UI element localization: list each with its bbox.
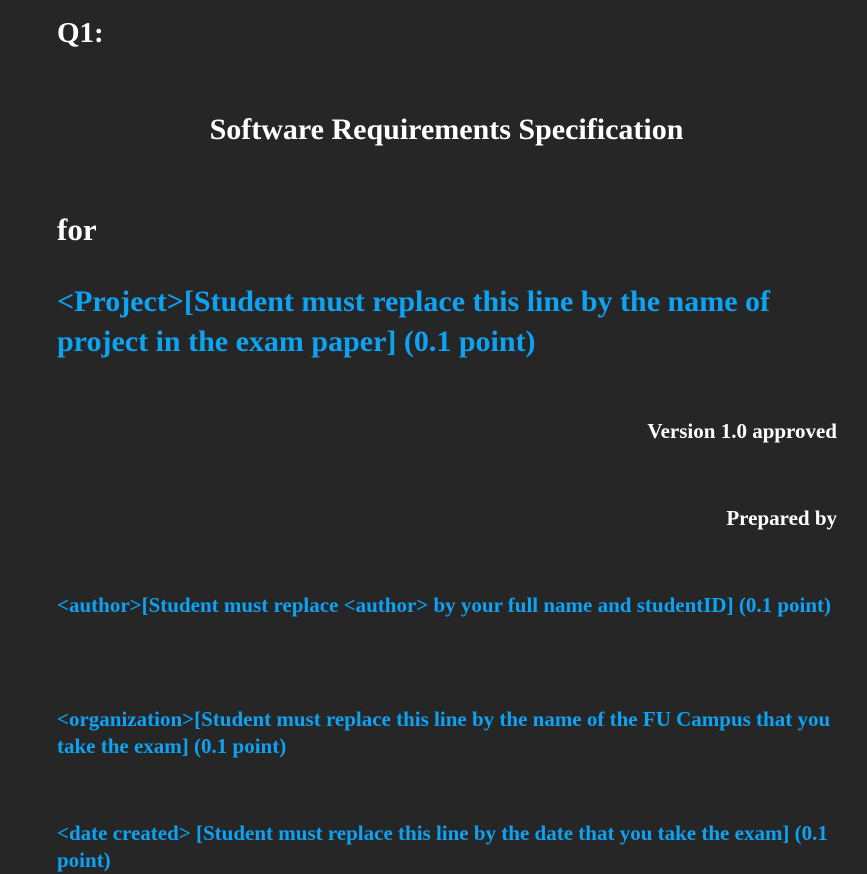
for-label: for [57,212,97,247]
question-label: Q1: [57,17,104,49]
version-text: Version 1.0 approved [647,419,837,443]
document-title: Software Requirements Specification [209,113,684,146]
organization-placeholder[interactable]: <organization>[Student must replace this… [57,706,847,760]
project-placeholder[interactable]: <Project>[Student must replace this line… [57,282,847,362]
prepared-by-label: Prepared by [726,506,837,530]
author-placeholder[interactable]: <author>[Student must replace <author> b… [57,592,847,619]
date-created-placeholder[interactable]: <date created> [Student must replace thi… [57,820,847,874]
